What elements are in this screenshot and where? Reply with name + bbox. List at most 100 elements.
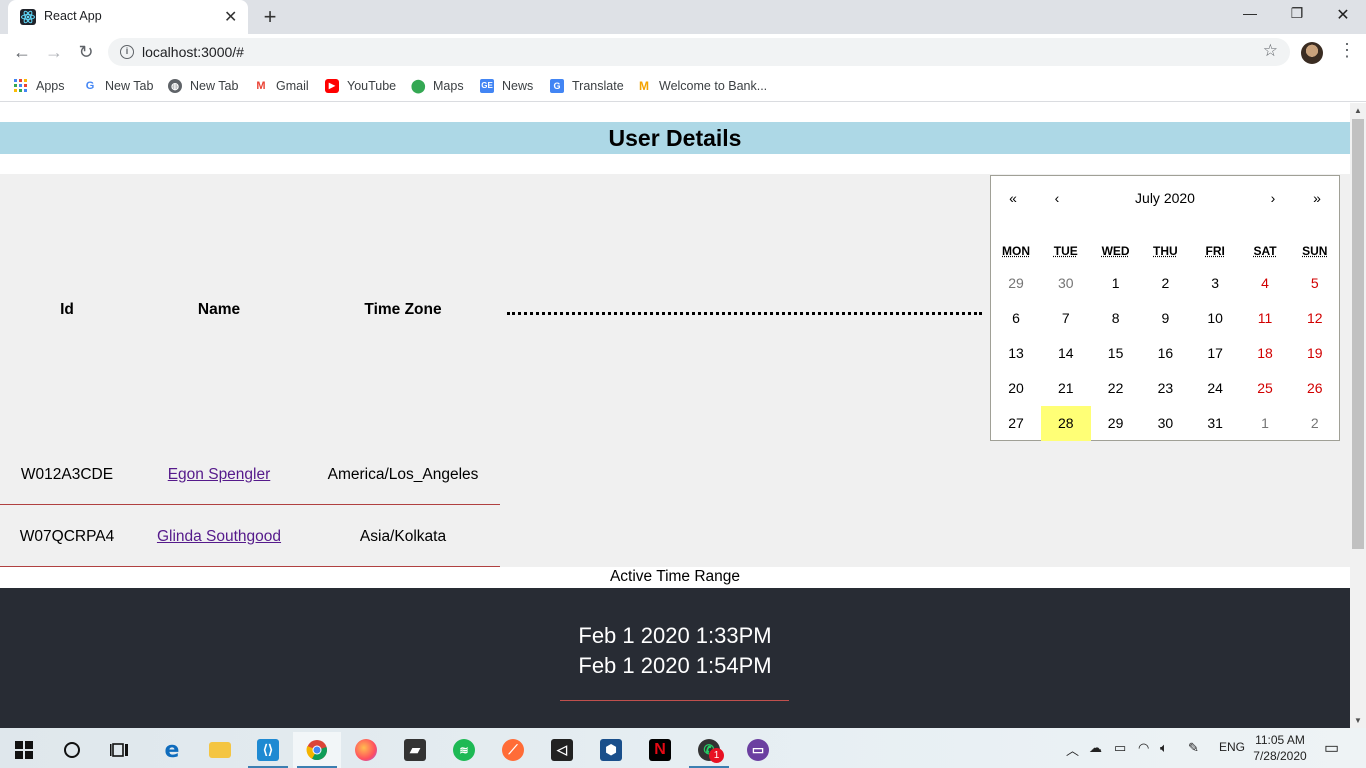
forward-button[interactable]: → [42, 40, 66, 64]
calendar-day[interactable]: 13 [991, 336, 1041, 371]
start-button[interactable] [0, 732, 48, 768]
tab-close-icon[interactable]: ✕ [224, 7, 237, 27]
volume-icon[interactable]: 🔈︎ [1160, 740, 1168, 756]
taskbar-file-explorer[interactable] [196, 732, 244, 768]
notifications-icon[interactable]: ▭ [1324, 738, 1339, 758]
onedrive-icon[interactable]: ☁ [1089, 740, 1102, 756]
close-window-button[interactable]: ✕ [1323, 5, 1363, 25]
taskbar-chrome[interactable] [293, 732, 341, 768]
calendar-day[interactable]: 15 [1091, 336, 1141, 371]
calendar-day[interactable]: 4 [1240, 266, 1290, 301]
taskbar-purple-app[interactable]: ▭ [734, 732, 782, 768]
calendar-day[interactable]: 16 [1140, 336, 1190, 371]
calendar: « ‹ July 2020 › » MON TUE WED THU FRI SAT SUN … [990, 175, 1340, 441]
battery-icon[interactable]: ▭ [1114, 740, 1126, 756]
calendar-day[interactable]: 25 [1240, 371, 1290, 406]
taskbar-netflix[interactable]: N [636, 732, 684, 768]
bookmark-new-tab-1[interactable]: G New Tab [83, 77, 154, 95]
scroll-up-icon[interactable]: ▲ [1354, 106, 1362, 115]
calendar-day[interactable]: 21 [1041, 371, 1091, 406]
calendar-day[interactable]: 8 [1091, 301, 1141, 336]
virtualbox-icon: ⬢ [600, 739, 622, 761]
calendar-prev-year-button[interactable]: « [991, 190, 1035, 206]
calendar-day[interactable]: 11 [1240, 301, 1290, 336]
calendar-day[interactable]: 9 [1140, 301, 1190, 336]
calendar-day[interactable]: 2 [1290, 406, 1340, 441]
taskbar-firefox[interactable] [342, 732, 390, 768]
calendar-next-month-button[interactable]: › [1251, 190, 1295, 206]
calendar-day[interactable]: 22 [1091, 371, 1141, 406]
calendar-day[interactable]: 29 [991, 266, 1041, 301]
taskbar-vscode[interactable]: ⟨⟩ [244, 732, 292, 768]
site-info-icon[interactable]: i [120, 45, 134, 59]
profile-avatar[interactable] [1301, 42, 1323, 64]
address-bar[interactable]: i localhost:3000/# ☆ [108, 38, 1290, 66]
calendar-day[interactable]: 17 [1190, 336, 1240, 371]
calendar-day[interactable]: 31 [1190, 406, 1240, 441]
tray-overflow-icon[interactable]: ︿ [1066, 740, 1079, 759]
bookmark-label: New Tab [190, 79, 239, 93]
youtube-icon: ▶ [325, 79, 339, 93]
system-clock[interactable]: 11:05 AM 7/28/2020 [1248, 732, 1312, 764]
bookmark-maps[interactable]: ⬤ Maps [411, 77, 464, 95]
taskbar-sticky-notes[interactable]: ▰ [391, 732, 439, 768]
bookmark-apps[interactable]: Apps [14, 77, 65, 95]
language-indicator[interactable]: ENG [1219, 740, 1245, 754]
minimize-button[interactable]: — [1230, 5, 1270, 21]
taskbar-virtualbox[interactable]: ⬢ [587, 732, 635, 768]
scrollbar-thumb[interactable] [1352, 119, 1364, 549]
calendar-day[interactable]: 5 [1290, 266, 1340, 301]
calendar-day[interactable]: 24 [1190, 371, 1240, 406]
calendar-day[interactable]: 2 [1140, 266, 1190, 301]
browser-tab[interactable]: React App ✕ [8, 0, 248, 34]
calendar-day[interactable]: 1 [1091, 266, 1141, 301]
calendar-day[interactable]: 30 [1041, 266, 1091, 301]
bookmark-youtube[interactable]: ▶ YouTube [325, 77, 396, 95]
task-view-button[interactable] [96, 732, 144, 768]
taskbar-whatsapp[interactable]: ✆ 1 [685, 732, 733, 768]
calendar-day[interactable]: 6 [991, 301, 1041, 336]
bookmark-translate[interactable]: G Translate [550, 77, 624, 95]
bookmark-new-tab-2[interactable]: ◍ New Tab [168, 77, 238, 95]
taskbar-edge[interactable]: e [148, 732, 196, 768]
user-link[interactable]: Glinda Southgood [157, 528, 281, 545]
calendar-month-label[interactable]: July 2020 [1079, 190, 1251, 206]
wifi-icon[interactable]: ◠ [1138, 740, 1149, 756]
bookmark-label: News [502, 79, 534, 93]
scroll-down-icon[interactable]: ▼ [1354, 716, 1362, 725]
browser-menu-icon[interactable]: ⋮ [1338, 40, 1356, 61]
search-button[interactable] [48, 732, 96, 768]
reload-button[interactable]: ↻ [74, 40, 98, 64]
calendar-day[interactable]: 14 [1041, 336, 1091, 371]
calendar-day[interactable]: 3 [1190, 266, 1240, 301]
taskbar-unity[interactable]: ◁ [538, 732, 586, 768]
calendar-next-year-button[interactable]: » [1295, 190, 1339, 206]
pen-icon[interactable]: ✎ [1188, 740, 1199, 756]
calendar-day[interactable]: 28 [1040, 406, 1091, 441]
calendar-day[interactable]: 1 [1240, 406, 1290, 441]
calendar-day[interactable]: 20 [991, 371, 1041, 406]
calendar-day[interactable]: 29 [1091, 406, 1141, 441]
calendar-day[interactable]: 10 [1190, 301, 1240, 336]
page-scrollbar[interactable]: ▲ ▼ [1350, 103, 1366, 728]
new-tab-button[interactable]: + [260, 4, 280, 30]
calendar-day[interactable]: 19 [1290, 336, 1340, 371]
restore-button[interactable]: ❐ [1277, 5, 1317, 22]
calendar-day[interactable]: 18 [1240, 336, 1290, 371]
calendar-day[interactable]: 26 [1290, 371, 1340, 406]
taskbar-postman[interactable]: ⟋ [489, 732, 537, 768]
bookmark-bank[interactable]: M Welcome to Bank... [637, 77, 767, 95]
calendar-day[interactable]: 23 [1140, 371, 1190, 406]
bookmark-star-icon[interactable]: ☆ [1263, 41, 1278, 61]
bookmark-gmail[interactable]: M Gmail [254, 77, 308, 95]
calendar-prev-month-button[interactable]: ‹ [1035, 190, 1079, 206]
calendar-day[interactable]: 7 [1041, 301, 1091, 336]
user-link[interactable]: Egon Spengler [168, 466, 271, 483]
calendar-day[interactable]: 12 [1290, 301, 1340, 336]
calendar-day[interactable]: 27 [991, 406, 1041, 441]
url-text[interactable]: localhost:3000/# [142, 44, 244, 60]
calendar-day[interactable]: 30 [1140, 406, 1190, 441]
taskbar-spotify[interactable]: ≋ [440, 732, 488, 768]
bookmark-news[interactable]: GE News [480, 77, 533, 95]
back-button[interactable]: ← [10, 40, 34, 64]
